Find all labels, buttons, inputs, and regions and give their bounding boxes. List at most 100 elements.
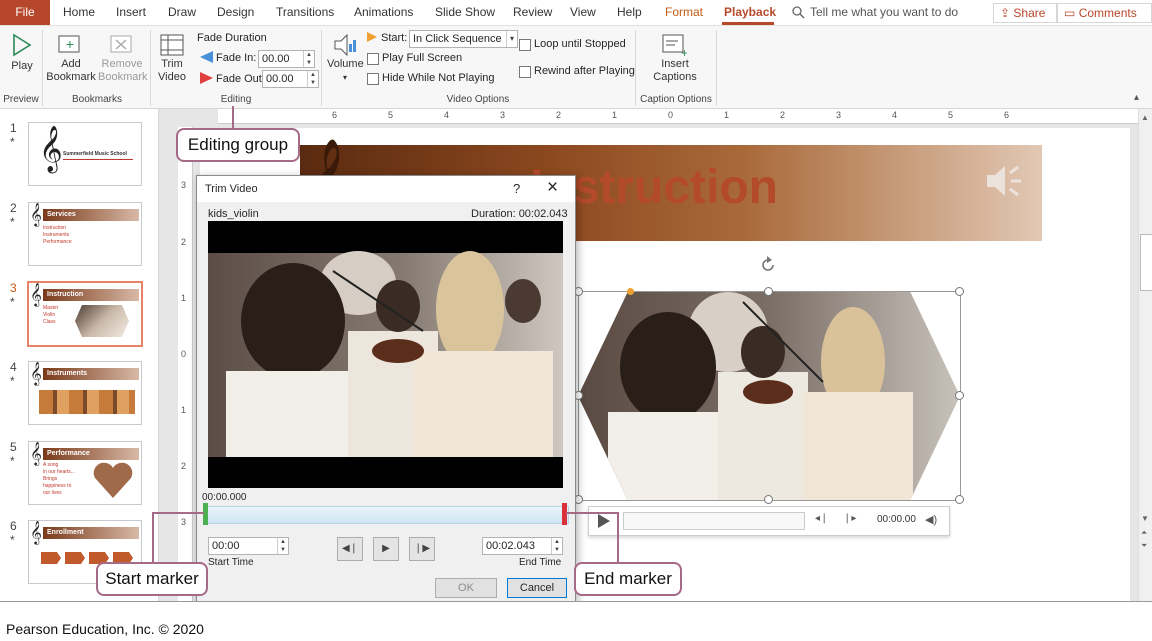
play-icon[interactable] xyxy=(597,513,611,529)
file-tab[interactable]: File xyxy=(0,0,50,25)
resize-handle[interactable] xyxy=(764,495,773,504)
start-marker[interactable] xyxy=(203,503,208,525)
tab-home[interactable]: Home xyxy=(63,0,95,25)
thumbnail-title: Performance xyxy=(43,448,139,460)
thumbnail-line: A song xyxy=(43,462,59,468)
vertical-scrollbar[interactable]: ▲ ▼ ⏶ ⏷ xyxy=(1138,109,1152,601)
tab-design[interactable]: Design xyxy=(217,0,254,25)
preview-group-label: Preview xyxy=(3,94,39,105)
heart-image xyxy=(91,460,135,500)
help-button[interactable]: ? xyxy=(513,181,520,196)
remove-bookmark-icon xyxy=(109,32,146,58)
volume-button[interactable]: Volume ▾ xyxy=(327,32,364,84)
previous-frame-button[interactable]: ◀❘ xyxy=(337,537,363,561)
next-slide-icon[interactable]: ⏷ xyxy=(1141,541,1147,551)
start-icon xyxy=(366,31,378,43)
start-marker-callout: Start marker xyxy=(96,562,208,596)
step-back-icon[interactable]: ◂❘ xyxy=(815,513,828,524)
spinner-arrows-icon[interactable]: ▲ ▼ xyxy=(307,71,318,87)
tab-view[interactable]: View xyxy=(570,0,596,25)
ruler-number: 1 xyxy=(612,110,618,120)
trim-video-label: Trim Video xyxy=(158,58,186,83)
insert-captions-button[interactable]: + Insert Captions xyxy=(645,32,705,84)
dialog-title-bar: Trim Video ? × xyxy=(197,176,575,202)
share-button[interactable]: ⇪ Share xyxy=(993,3,1057,23)
cancel-button[interactable]: Cancel xyxy=(507,578,567,598)
ok-button[interactable]: OK xyxy=(435,578,497,598)
start-time-spinner[interactable]: 00:00 ▲ ▼ xyxy=(208,537,289,555)
ruler-number: 3 xyxy=(836,110,842,120)
fade-out-spinner[interactable]: 00.00 ▲ ▼ xyxy=(262,70,319,88)
tab-transitions[interactable]: Transitions xyxy=(276,0,334,25)
end-marker[interactable] xyxy=(562,503,567,525)
slide-thumbnail-4[interactable]: 𝄞 Instruments xyxy=(28,361,142,425)
add-bookmark-button[interactable]: + Add Bookmark xyxy=(46,32,96,84)
star-icon: * xyxy=(10,374,15,388)
adjust-handle[interactable] xyxy=(627,288,634,295)
resize-handle[interactable] xyxy=(955,287,964,296)
slide-number: 2 xyxy=(10,201,17,215)
start-value: In Click Sequence xyxy=(413,33,502,45)
resize-handle[interactable] xyxy=(955,391,964,400)
spinner-arrows-icon[interactable]: ▲ ▼ xyxy=(277,538,288,554)
spinner-arrows-icon[interactable]: ▲ ▼ xyxy=(303,51,314,67)
collapse-ribbon-icon[interactable]: ▴ xyxy=(1134,92,1139,103)
caption-options-group-label: Caption Options xyxy=(640,94,712,105)
tell-me-input[interactable]: Tell me what you want to do xyxy=(810,0,958,25)
seek-bar[interactable] xyxy=(623,512,805,530)
slide-thumbnail-2[interactable]: 𝄞 Services Instruction Instruments Perfo… xyxy=(28,202,142,266)
tab-insert[interactable]: Insert xyxy=(116,0,146,25)
fade-in-spinner[interactable]: 00.00 ▲ ▼ xyxy=(258,50,315,68)
tab-animations[interactable]: Animations xyxy=(354,0,413,25)
loop-until-stopped-checkbox[interactable] xyxy=(519,39,531,51)
thumbnail-line: Instruction xyxy=(43,225,67,231)
chevron-down-icon[interactable]: ▾ xyxy=(506,31,517,47)
end-time-label: End Time xyxy=(519,557,562,568)
share-label: Share xyxy=(1013,6,1046,20)
callout-line xyxy=(232,106,234,130)
rewind-after-playing-checkbox[interactable] xyxy=(519,66,531,78)
spinner-arrows-icon[interactable]: ▲ ▼ xyxy=(551,538,562,554)
volume-icon xyxy=(333,32,363,58)
tab-draw[interactable]: Draw xyxy=(168,0,196,25)
trim-timeline[interactable] xyxy=(205,506,569,524)
remove-bookmark-button[interactable]: Remove Bookmark xyxy=(98,32,148,84)
hide-while-not-playing-checkbox[interactable] xyxy=(367,73,379,85)
treble-clef-icon: 𝄞 xyxy=(30,284,42,306)
treble-clef-icon: 𝄞 xyxy=(39,127,63,171)
video-selection-border xyxy=(578,291,961,501)
star-icon: * xyxy=(10,454,15,468)
next-frame-button[interactable]: ❘▶ xyxy=(409,537,435,561)
previous-slide-icon[interactable]: ⏶ xyxy=(1141,528,1147,538)
resize-handle[interactable] xyxy=(955,495,964,504)
tab-format[interactable]: Format xyxy=(665,0,703,25)
play-button[interactable]: Play xyxy=(8,32,36,73)
ruler-number: 2 xyxy=(181,237,187,247)
slide-thumbnail-5[interactable]: 𝄞 Performance A song in our hearts... Br… xyxy=(28,441,142,505)
resize-handle[interactable] xyxy=(764,287,773,296)
tab-review[interactable]: Review xyxy=(513,0,552,25)
slide-thumbnail-1[interactable]: 𝄞 Summerfield Music School xyxy=(28,122,142,186)
scroll-thumb[interactable] xyxy=(1140,234,1152,291)
play-full-screen-checkbox[interactable] xyxy=(367,53,379,65)
tab-slide-show[interactable]: Slide Show xyxy=(435,0,495,25)
start-dropdown[interactable]: In Click Sequence ▾ xyxy=(409,30,518,48)
active-tab-indicator xyxy=(722,22,774,25)
thumbnail-title: Enrollment xyxy=(43,527,139,539)
scroll-up-icon[interactable]: ▲ xyxy=(1141,113,1149,122)
step-forward-icon[interactable]: ❘▸ xyxy=(843,513,856,524)
comments-button[interactable]: ▭ Comments xyxy=(1057,3,1152,23)
rotate-icon[interactable] xyxy=(758,255,778,275)
tab-help[interactable]: Help xyxy=(617,0,642,25)
trim-video-button[interactable]: Trim Video xyxy=(155,32,189,84)
video-duration: Duration: 00:02.043 xyxy=(471,208,568,220)
end-time-spinner[interactable]: 00:02.043 ▲ ▼ xyxy=(482,537,563,555)
thumbnail-title: Instruments xyxy=(43,368,139,380)
play-label: Play xyxy=(11,60,33,72)
thumbnail-line: Violin xyxy=(43,312,56,318)
volume-icon[interactable]: ◀) xyxy=(925,513,937,526)
slide-thumbnail-3[interactable]: 𝄞 Instruction Master Violin Class xyxy=(27,281,143,347)
close-button[interactable]: × xyxy=(547,177,558,199)
scroll-down-icon[interactable]: ▼ xyxy=(1141,514,1149,523)
dialog-play-button[interactable]: ▶ xyxy=(373,537,399,561)
